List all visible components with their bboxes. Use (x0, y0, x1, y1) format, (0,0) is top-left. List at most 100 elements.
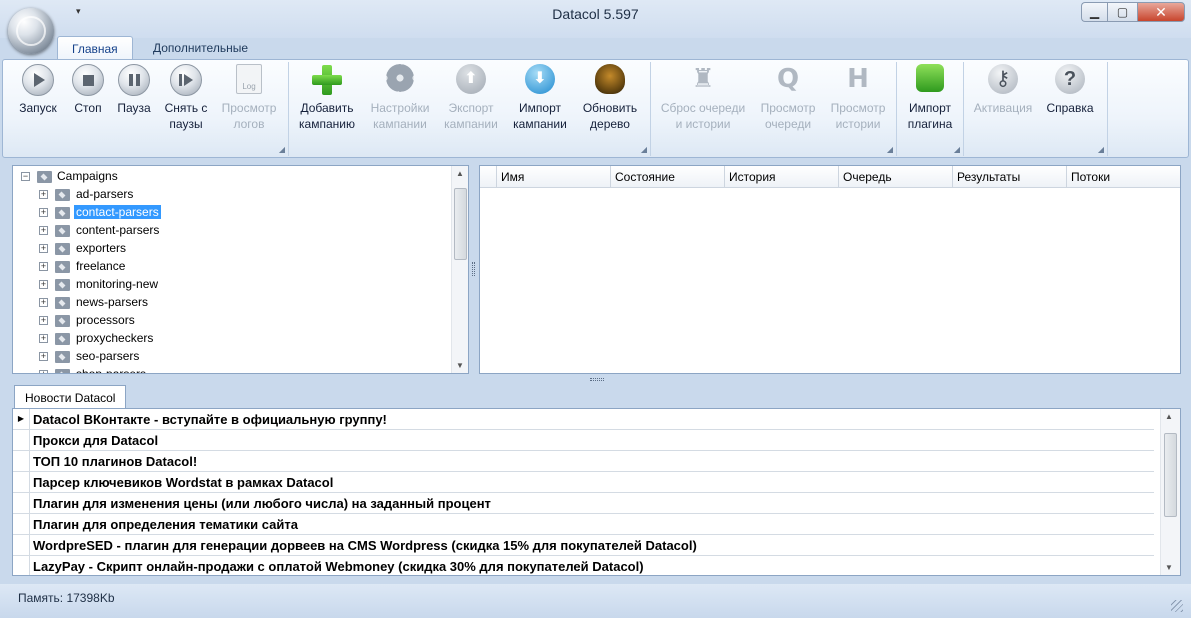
expand-icon[interactable]: + (39, 316, 48, 325)
group-launcher-icon[interactable]: ◢ (279, 145, 285, 154)
group-launcher-icon[interactable]: ◢ (954, 145, 960, 154)
import-arrow-icon: ⬇ (524, 64, 556, 96)
log-document-icon: Log (233, 64, 265, 96)
group-launcher-icon[interactable]: ◢ (641, 145, 647, 154)
row-indicator[interactable] (13, 514, 30, 535)
export-campaign-button[interactable]: ⬆ Экспорт кампании (437, 62, 505, 132)
resume-button[interactable]: Снять с паузы (151, 62, 221, 132)
current-row-indicator-icon[interactable]: ▶ (13, 409, 30, 430)
add-campaign-button[interactable]: Добавить кампанию (293, 62, 361, 132)
view-queue-button[interactable]: Q Просмотр очереди (753, 62, 823, 132)
import-plugin-button[interactable]: Импорт плагина (897, 62, 963, 132)
campaign-settings-button[interactable]: Настройки кампании (365, 62, 435, 132)
expand-icon[interactable]: + (39, 208, 48, 217)
maximize-button[interactable]: ▢ (1107, 2, 1137, 22)
tree-item-label: exporters (76, 241, 127, 255)
expand-icon[interactable]: + (39, 190, 48, 199)
import-campaign-button[interactable]: ⬇ Импорт кампании (506, 62, 574, 132)
tree-root-label: Campaigns (57, 169, 118, 183)
row-indicator[interactable] (13, 535, 30, 556)
reset-queue-button[interactable]: ♜ Сброс очереди и истории (655, 62, 751, 132)
grid-header: Имя Состояние История Очередь Результаты… (480, 166, 1180, 188)
folder-icon (55, 297, 70, 309)
campaign-tree[interactable]: − Campaigns + ad-parsers + contact-parsers +… (12, 165, 469, 374)
play-icon (22, 64, 54, 96)
expand-icon[interactable]: + (39, 226, 48, 235)
tree-item-label: proxycheckers (76, 331, 154, 345)
news-row[interactable]: Плагин для изменения цены (или любого чи… (13, 493, 1154, 514)
scroll-up-icon[interactable]: ▲ (1165, 412, 1173, 421)
activation-button[interactable]: ⚷ Активация (967, 62, 1039, 116)
memory-status: Память: 17398Kb (18, 591, 115, 605)
news-item-title: Datacol ВКонтакте - вступайте в официаль… (33, 412, 387, 427)
folder-icon (55, 351, 70, 363)
tab-additional[interactable]: Дополнительные (139, 36, 262, 60)
ribbon-tabs: Главная Дополнительные (0, 36, 1191, 60)
news-row[interactable]: Плагин для определения тематики сайта (13, 514, 1154, 535)
column-header-name[interactable]: Имя (497, 166, 611, 188)
puzzle-icon (914, 64, 946, 96)
row-indicator[interactable] (13, 472, 30, 493)
column-header-queue[interactable]: Очередь (839, 166, 953, 188)
column-header-history[interactable]: История (725, 166, 839, 188)
campaign-settings-button-label: Настройки кампании (370, 101, 430, 131)
collapse-icon[interactable]: − (21, 172, 30, 181)
tree-scrollbar[interactable]: ▲ ▼ (451, 166, 468, 373)
news-row[interactable]: Парсер ключевиков Wordstat в рамках Data… (13, 472, 1154, 493)
news-row[interactable]: WordpreSED - плагин для генерации дорвее… (13, 535, 1154, 556)
tab-news[interactable]: Новости Datacol (14, 385, 127, 409)
campaign-grid[interactable]: Имя Состояние История Очередь Результаты… (479, 165, 1181, 374)
news-row[interactable]: Прокси для Datacol (13, 430, 1154, 451)
help-icon: ? (1054, 64, 1086, 96)
row-indicator[interactable] (13, 493, 30, 514)
export-campaign-button-label: Экспорт кампании (444, 101, 498, 131)
application-menu-button[interactable] (8, 8, 54, 54)
scrollbar-thumb[interactable] (454, 188, 467, 260)
column-header-threads[interactable]: Потоки (1067, 166, 1180, 188)
expand-icon[interactable]: + (39, 244, 48, 253)
expand-icon[interactable]: + (39, 262, 48, 271)
close-button[interactable]: ✕ (1137, 2, 1185, 22)
expand-icon[interactable]: + (39, 334, 48, 343)
news-row[interactable]: LazyPay - Скрипт онлайн-продажи с оплато… (13, 556, 1154, 575)
tree-item-label: ad-parsers (76, 187, 134, 201)
scroll-down-icon[interactable]: ▼ (456, 361, 464, 370)
horizontal-splitter[interactable] (590, 378, 604, 381)
news-row[interactable]: ТОП 10 плагинов Datacol! (13, 451, 1154, 472)
row-indicator[interactable] (13, 430, 30, 451)
minimize-button[interactable]: ▁ (1081, 2, 1107, 22)
resume-icon (170, 64, 202, 96)
news-list[interactable]: ▶ Datacol ВКонтакте - вступайте в официал… (12, 408, 1181, 576)
refresh-tree-button[interactable]: Обновить дерево (575, 62, 645, 132)
expand-icon[interactable]: + (39, 370, 48, 373)
tree-item-label: seo-parsers (76, 349, 140, 363)
row-indicator[interactable] (13, 556, 30, 575)
add-campaign-button-label: Добавить кампанию (299, 101, 355, 131)
stop-icon (72, 64, 104, 96)
group-launcher-icon[interactable]: ◢ (1098, 145, 1104, 154)
resize-grip-icon[interactable] (1171, 600, 1183, 612)
scrollbar-thumb[interactable] (1164, 433, 1177, 517)
news-item-title: ТОП 10 плагинов Datacol! (33, 454, 198, 469)
news-item-title: Парсер ключевиков Wordstat в рамках Data… (33, 475, 334, 490)
tree-item-label: processors (76, 313, 135, 327)
news-scrollbar[interactable]: ▲ ▼ (1160, 409, 1180, 575)
view-history-button[interactable]: H Просмотр истории (823, 62, 893, 132)
help-button[interactable]: ? Справка (1037, 62, 1103, 116)
refresh-tree-button-label: Обновить дерево (582, 101, 638, 131)
expand-icon[interactable]: + (39, 280, 48, 289)
row-indicator[interactable] (13, 451, 30, 472)
scroll-up-icon[interactable]: ▲ (456, 169, 464, 178)
group-launcher-icon[interactable]: ◢ (887, 145, 893, 154)
vertical-splitter[interactable] (472, 262, 475, 276)
view-logs-button[interactable]: Log Просмотр логов (213, 62, 285, 132)
scroll-down-icon[interactable]: ▼ (1165, 563, 1173, 572)
tab-main[interactable]: Главная (57, 36, 133, 60)
column-header-state[interactable]: Состояние (611, 166, 725, 188)
expand-icon[interactable]: + (39, 352, 48, 361)
column-header-results[interactable]: Результаты (953, 166, 1067, 188)
expand-icon[interactable]: + (39, 298, 48, 307)
folder-icon (55, 207, 70, 219)
news-row[interactable]: ▶ Datacol ВКонтакте - вступайте в официал… (13, 409, 1154, 430)
activation-button-label: Активация (973, 101, 1033, 115)
